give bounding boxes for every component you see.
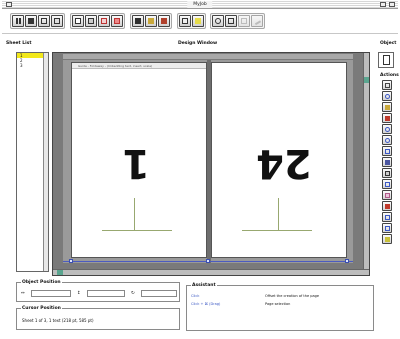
grid-icon[interactable] <box>158 15 170 27</box>
move-icon[interactable] <box>382 168 392 178</box>
paste-icon[interactable] <box>382 212 392 222</box>
settings-icon[interactable] <box>382 234 392 244</box>
scroll-thumb[interactable] <box>57 270 63 275</box>
down-icon[interactable] <box>382 135 392 145</box>
scroll-thumb[interactable] <box>364 77 369 83</box>
object-position-group: Object Position ↔ ↕ ↻ <box>16 280 180 302</box>
horizontal-ruler <box>63 54 353 59</box>
page-header-strip: Guide - Foldaway - (Imbedding text, inse… <box>72 63 206 69</box>
design-horizontal-scrollbar[interactable] <box>53 269 369 275</box>
page-icon[interactable] <box>72 15 84 27</box>
rotation-icon: ↻ <box>131 291 135 296</box>
flip-horizontal-icon[interactable] <box>382 146 392 156</box>
actions-header: Actions <box>380 73 399 78</box>
rotation-field[interactable] <box>141 290 177 297</box>
edit-icon <box>251 15 263 27</box>
flip-vertical-icon[interactable] <box>382 157 392 167</box>
objects-panel[interactable] <box>378 52 394 68</box>
objects-header: Object <box>380 41 397 46</box>
assistant-key: Click <box>191 294 200 298</box>
design-vertical-scrollbar[interactable] <box>363 53 369 269</box>
resize-icon[interactable] <box>382 179 392 189</box>
collapse-box-icon[interactable] <box>389 2 395 7</box>
preview-icon[interactable] <box>192 15 204 27</box>
document-icon[interactable] <box>383 55 390 65</box>
actions-panel <box>382 80 392 244</box>
toolbar-group-pages <box>70 13 125 29</box>
fold-guide <box>134 198 135 230</box>
toolbar-group-view <box>177 13 206 29</box>
selection-handle[interactable] <box>206 259 210 263</box>
layers-icon[interactable] <box>38 15 50 27</box>
y-position-field[interactable] <box>87 290 125 297</box>
toolbar-group-layout <box>130 13 172 29</box>
design-window-header: Design Window <box>178 41 218 46</box>
sheet-list-header: Sheet List <box>6 41 32 46</box>
toolbar-group-media <box>210 13 265 29</box>
disabled-tool-icon <box>238 15 250 27</box>
document-icon[interactable] <box>179 15 191 27</box>
assistant-description: Offset the creation of the page <box>265 294 319 298</box>
bleed-guide <box>242 230 312 231</box>
application-window: MyJob Sheet List Design Window Object Ac… <box>0 0 400 339</box>
print-icon[interactable] <box>51 15 63 27</box>
title-bar[interactable]: MyJob <box>2 0 398 9</box>
fold-guide <box>278 198 279 230</box>
align-icon[interactable] <box>382 223 392 233</box>
sheet-area[interactable]: Guide - Foldaway - (Imbedding text, inse… <box>63 60 353 263</box>
image-icon[interactable] <box>212 15 224 27</box>
sheet-list-scrollbar[interactable] <box>43 53 48 271</box>
object-position-label: Object Position <box>21 280 62 285</box>
assistant-group: Assistant Click Offset the creation of t… <box>186 283 374 331</box>
selection-handle[interactable] <box>345 259 349 263</box>
new-icon[interactable] <box>382 80 392 90</box>
cursor-position-label: Cursor Position <box>21 306 62 311</box>
assistant-key: Click + ⌘ (Drag) <box>191 302 221 306</box>
design-canvas[interactable]: Guide - Foldaway - (Imbedding text, inse… <box>52 52 370 276</box>
page-number: 24 <box>256 140 312 186</box>
export-icon[interactable] <box>145 15 157 27</box>
copy-icon[interactable] <box>382 201 392 211</box>
flip-icon[interactable] <box>85 15 97 27</box>
window-title: MyJob <box>187 1 213 8</box>
save-icon[interactable] <box>25 15 37 27</box>
y-position-icon: ↕ <box>77 291 81 296</box>
sheet-list[interactable]: 1 2 3 <box>16 52 49 272</box>
bleed-guide <box>102 230 172 231</box>
toolbar-group-file <box>10 13 65 29</box>
cursor-position-group: Cursor Position Sheet 1 of 3, 1 text (21… <box>16 306 180 330</box>
assistant-description: Page selection <box>265 302 291 306</box>
add-icon[interactable] <box>382 91 392 101</box>
cursor-position-value: Sheet 1 of 3, 1 text (218 pt, 585 pt) <box>22 318 94 323</box>
spread-icon[interactable] <box>98 15 110 27</box>
x-position-field[interactable] <box>31 290 71 297</box>
selection-handle[interactable] <box>69 259 73 263</box>
lock-icon[interactable] <box>382 102 392 112</box>
assistant-label: Assistant <box>191 283 217 288</box>
close-box-icon[interactable] <box>6 2 12 7</box>
link-icon[interactable] <box>225 15 237 27</box>
fold-icon[interactable] <box>111 15 123 27</box>
pause-icon[interactable] <box>12 15 24 27</box>
sheet-setup-icon[interactable] <box>132 15 144 27</box>
page-left[interactable]: Guide - Foldaway - (Imbedding text, inse… <box>71 62 207 258</box>
toolbar <box>2 10 398 34</box>
page-number: 1 <box>122 140 150 186</box>
delete-icon[interactable] <box>382 113 392 123</box>
zoom-box-icon[interactable] <box>380 2 386 7</box>
page-right[interactable]: 24 <box>211 62 347 258</box>
up-icon[interactable] <box>382 124 392 134</box>
rotate-icon[interactable] <box>382 190 392 200</box>
x-position-icon: ↔ <box>21 291 25 296</box>
